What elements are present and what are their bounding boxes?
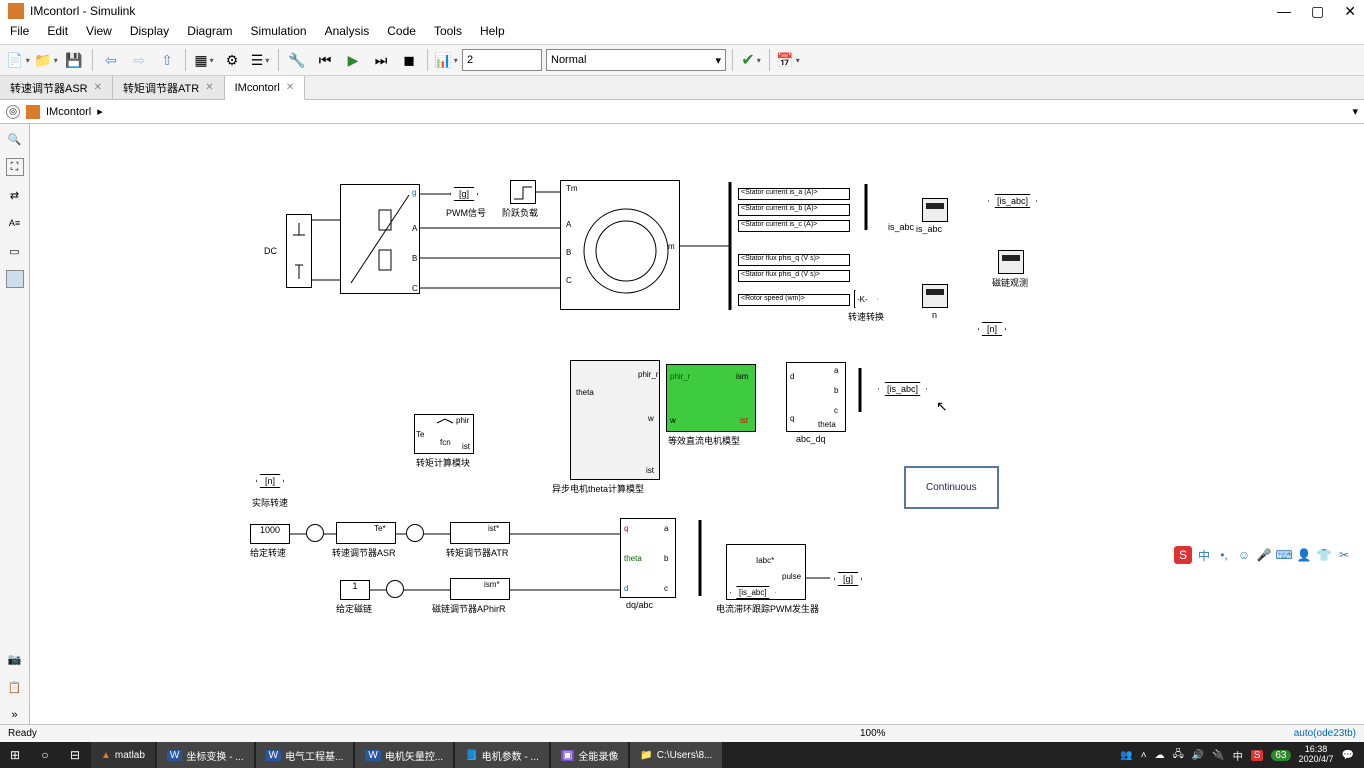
menu-help[interactable]: Help xyxy=(480,24,505,42)
block-icon[interactable] xyxy=(6,270,24,288)
stop-button[interactable]: ◼ xyxy=(397,48,421,72)
run-button[interactable]: ▶ xyxy=(341,48,365,72)
dropdown-icon[interactable]: ▾ xyxy=(1352,105,1358,118)
menu-tools[interactable]: Tools xyxy=(434,24,462,42)
tab-atr[interactable]: 转矩调节器ATR✕ xyxy=(113,76,225,99)
maximize-button[interactable]: ▢ xyxy=(1311,3,1324,20)
model-icon xyxy=(26,105,40,119)
volume-icon: 🔊 xyxy=(1192,750,1204,761)
back-button[interactable]: ⇦ xyxy=(99,48,123,72)
menu-file[interactable]: File xyxy=(10,24,29,42)
build-button[interactable]: 🔧 xyxy=(285,48,309,72)
report-icon[interactable]: 📋 xyxy=(6,678,24,696)
menu-analysis[interactable]: Analysis xyxy=(325,24,370,42)
menu-view[interactable]: View xyxy=(86,24,112,42)
forward-button[interactable]: ⇨ xyxy=(127,48,151,72)
app-icon xyxy=(8,3,24,19)
tab-imcontorl[interactable]: IMcontorl✕ xyxy=(225,76,306,100)
up-button[interactable]: ⇧ xyxy=(155,48,179,72)
task-explorer[interactable]: 📁C:\Users\8... xyxy=(630,742,722,768)
open-button[interactable]: 📁 xyxy=(34,48,58,72)
zoom-icon[interactable]: 🔍 xyxy=(6,130,24,148)
task-word3[interactable]: W电机矢量控... xyxy=(355,742,453,768)
diagnostics-button[interactable]: ✔ xyxy=(739,48,763,72)
battery-icon: 🔌 xyxy=(1212,750,1224,761)
close-icon[interactable]: ✕ xyxy=(94,82,102,93)
cursor-icon: ↖ xyxy=(936,398,948,415)
breadcrumb-model[interactable]: IMcontorl xyxy=(46,106,91,118)
step-back-button[interactable]: ⏮ xyxy=(313,48,337,72)
save-button[interactable]: 💾 xyxy=(62,48,86,72)
close-button[interactable]: ✕ xyxy=(1344,3,1356,20)
systray[interactable]: 👥˄ ☁🖧 🔊🔌 中S 63 16:382020/4/7 💬 xyxy=(1120,745,1364,765)
tray-up-icon: ˄ xyxy=(1141,750,1147,761)
onedrive-icon: ☁ xyxy=(1155,750,1165,761)
titlebar: IMcontorl - Simulink — ▢ ✕ xyxy=(0,0,1364,22)
badge: 63 xyxy=(1271,750,1290,761)
people-icon: 👥 xyxy=(1120,750,1132,761)
sim-mode-select[interactable]: Normal▾ xyxy=(546,49,726,71)
ime-toolbar[interactable]: S 中•, ☺🎤 ⌨👤 👕✂ xyxy=(1174,546,1352,564)
status-zoom: 100% xyxy=(860,728,886,739)
network-icon: 🖧 xyxy=(1173,747,1184,764)
task-matlab[interactable]: ▲matlab xyxy=(91,742,155,768)
step-fwd-button[interactable]: ⏭ xyxy=(369,48,393,72)
expand-icon[interactable]: » xyxy=(6,706,24,724)
tab-asr[interactable]: 转速调节器ASR✕ xyxy=(0,76,113,99)
notification-icon: 💬 xyxy=(1342,750,1354,761)
record-button[interactable]: 📊 xyxy=(434,48,458,72)
minimize-button[interactable]: — xyxy=(1277,3,1291,20)
tab-strip: 转速调节器ASR✕ 转矩调节器ATR✕ IMcontorl✕ xyxy=(0,76,1364,100)
task-recorder[interactable]: ▣全能录像 xyxy=(551,742,628,768)
stop-time-input[interactable] xyxy=(462,49,542,71)
palette: 🔍 ⛶ ⇄ A≡ ▭ 📷 📋 » xyxy=(0,124,30,724)
status-ready: Ready xyxy=(8,728,37,739)
search-icon[interactable]: ○ xyxy=(30,748,60,762)
menu-code[interactable]: Code xyxy=(387,24,416,42)
start-button[interactable]: ⊞ xyxy=(0,748,30,762)
menu-diagram[interactable]: Diagram xyxy=(187,24,232,42)
menu-simulation[interactable]: Simulation xyxy=(251,24,307,42)
chevron-right-icon: ▸ xyxy=(97,105,103,118)
taskbar: ⊞ ○ ⊟ ▲matlab W坐标变换 - ... W电气工程基... W电机矢… xyxy=(0,742,1364,768)
menubar: File Edit View Display Diagram Simulatio… xyxy=(0,22,1364,44)
toolbar: 📄 📁 💾 ⇦ ⇨ ⇧ ▦ ⚙ ☰ 🔧 ⏮ ▶ ⏭ ◼ 📊 Normal▾ ✔ … xyxy=(0,44,1364,76)
arrows-icon[interactable]: ⇄ xyxy=(6,186,24,204)
menu-display[interactable]: Display xyxy=(130,24,169,42)
nav-target-icon[interactable]: ◎ xyxy=(6,105,20,119)
menu-edit[interactable]: Edit xyxy=(47,24,68,42)
task-notepad[interactable]: 📘电机参数 - ... xyxy=(455,742,549,768)
config-button[interactable]: ⚙ xyxy=(220,48,244,72)
close-icon[interactable]: ✕ xyxy=(205,82,213,93)
status-solver[interactable]: auto(ode23tb) xyxy=(1294,728,1356,739)
task-word1[interactable]: W坐标变换 - ... xyxy=(157,742,254,768)
annotate-icon[interactable]: A≡ xyxy=(6,214,24,232)
schedule-button[interactable]: 📅 xyxy=(776,48,800,72)
window-controls: — ▢ ✕ xyxy=(1277,3,1356,20)
close-icon[interactable]: ✕ xyxy=(286,82,294,93)
fit-icon[interactable]: ⛶ xyxy=(6,158,24,176)
breadcrumb: ◎ IMcontorl ▸ ▾ xyxy=(0,100,1364,124)
canvas[interactable]: DC g A B C [g] PWM信号 阶跃负载 Tm A B C m <St… xyxy=(30,124,1364,724)
statusbar: Ready 100% auto(ode23tb) xyxy=(0,724,1364,742)
taskview-icon[interactable]: ⊟ xyxy=(60,748,90,762)
sogou-icon: S xyxy=(1174,546,1192,564)
library-button[interactable]: ▦ xyxy=(192,48,216,72)
image-icon[interactable]: ▭ xyxy=(6,242,24,260)
explorer-button[interactable]: ☰ xyxy=(248,48,272,72)
new-button[interactable]: 📄 xyxy=(6,48,30,72)
window-title: IMcontorl - Simulink xyxy=(30,4,135,18)
camera-icon[interactable]: 📷 xyxy=(6,650,24,668)
task-word2[interactable]: W电气工程基... xyxy=(256,742,354,768)
